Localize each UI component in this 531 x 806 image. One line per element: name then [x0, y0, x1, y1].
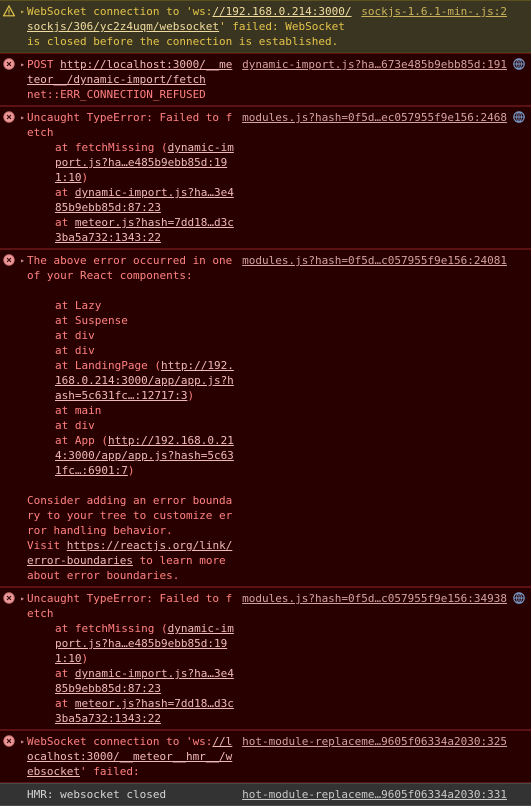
- console-message-hmr-error[interactable]: ▸ WebSocket connection to 'ws://localhos…: [0, 730, 531, 783]
- message-prefix: WebSocket connection to 'ws:: [27, 735, 213, 748]
- warning-triangle-icon: [0, 4, 18, 17]
- stack-frame: at fetchMissing (dynamic-import.js?ha…e4…: [27, 140, 234, 185]
- console-message-warning[interactable]: ▸ WebSocket connection to 'ws://192.168.…: [0, 0, 531, 53]
- error-boundary-visit-line: Visit https://reactjs.org/link/error-bou…: [27, 538, 234, 583]
- network-issue-icon[interactable]: [511, 110, 527, 123]
- stack-frame-prefix: at div: [55, 419, 95, 432]
- stack-frame: at div: [27, 328, 234, 343]
- stack-frame-suffix: ): [81, 652, 89, 665]
- error-headline: Uncaught TypeError: Failed to fetch: [27, 111, 233, 139]
- stack-frame-prefix: at main: [55, 404, 102, 417]
- console-message-error[interactable]: ▸ Uncaught TypeError: Failed to fetch at …: [0, 106, 531, 249]
- error-headline: Uncaught TypeError: Failed to fetch: [27, 592, 233, 620]
- stack-frame: at Lazy: [27, 298, 234, 313]
- console-message-text: WebSocket connection to 'ws://localhost:…: [27, 734, 234, 779]
- console-message-text: Uncaught TypeError: Failed to fetch at fe…: [27, 110, 234, 245]
- network-issue-icon[interactable]: [511, 57, 527, 70]
- stack-frame: at div: [27, 343, 234, 358]
- stack-frame-suffix: ): [187, 389, 195, 402]
- console-message-text: HMR: websocket closed: [27, 788, 167, 801]
- stack-frame-prefix: at Suspense: [55, 314, 128, 327]
- error-circle-icon: [0, 734, 18, 747]
- stack-frame: at dynamic-import.js?ha…3e485b9ebb85d:87…: [27, 185, 234, 215]
- stack-frame-prefix: at div: [55, 329, 95, 342]
- stack-frame-prefix: at Lazy: [55, 299, 102, 312]
- stack-frame-prefix: at: [55, 186, 75, 199]
- expander-arrow-icon[interactable]: ▸: [18, 253, 27, 268]
- stack-frame-prefix: at div: [55, 344, 95, 357]
- expander-arrow-icon[interactable]: ▸: [18, 734, 27, 749]
- stack-frame-prefix: at: [55, 667, 75, 680]
- stack-frame-link[interactable]: meteor.js?hash=7dd18…d3c3ba5a732:1343:22: [55, 216, 234, 244]
- stack-frame: at dynamic-import.js?ha…3e485b9ebb85d:87…: [27, 666, 234, 696]
- stack-frame-link[interactable]: meteor.js?hash=7dd18…d3c3ba5a732:1343:22: [55, 697, 234, 725]
- message-suffix: ' failed:: [79, 765, 140, 778]
- error-circle-icon: [0, 110, 18, 123]
- stack-frame-link[interactable]: dynamic-import.js?ha…3e485b9ebb85d:87:23: [55, 667, 234, 695]
- expander-arrow-icon[interactable]: ▸: [18, 591, 27, 606]
- network-issue-icon[interactable]: [511, 591, 527, 604]
- expander-arrow-icon[interactable]: ▸: [18, 4, 27, 19]
- stack-frame-prefix: at fetchMissing (: [55, 622, 168, 635]
- stack-frame: at meteor.js?hash=7dd18…d3c3ba5a732:1343…: [27, 215, 234, 245]
- console-message-react-error[interactable]: ▸ The above error occurred in one of you…: [0, 249, 531, 587]
- stack-frame-link[interactable]: dynamic-import.js?ha…3e485b9ebb85d:87:23: [55, 186, 234, 214]
- console-message-text: POST http://localhost:3000/__meteor__/dy…: [27, 57, 234, 102]
- source-location-link[interactable]: hot-module-replaceme…9605f06334a2030:325: [242, 734, 507, 749]
- error-circle-icon: [0, 253, 18, 266]
- net-error-code: net::ERR_CONNECTION_REFUSED: [27, 88, 206, 101]
- source-location-link[interactable]: hot-module-replaceme…9605f06334a2030:331: [242, 787, 507, 802]
- devtools-console-panel[interactable]: ▸ WebSocket connection to 'ws://192.168.…: [0, 0, 531, 806]
- stack-frame: at fetchMissing (dynamic-import.js?ha…e4…: [27, 621, 234, 666]
- stack-frame-prefix: at fetchMissing (: [55, 141, 168, 154]
- error-circle-icon: [0, 591, 18, 604]
- expander-arrow-icon[interactable]: ▸: [18, 57, 27, 72]
- stack-frame: at div: [27, 418, 234, 433]
- console-message-text: WebSocket connection to 'ws://192.168.0.…: [27, 4, 353, 49]
- stack-frame: at LandingPage (http://192.168.0.214:300…: [27, 358, 234, 403]
- stack-frame: at main: [27, 403, 234, 418]
- stack-frame-prefix: at App (: [55, 434, 108, 447]
- info-gutter-spacer: [0, 787, 18, 788]
- stack-frame-prefix: at: [55, 216, 75, 229]
- source-location-link[interactable]: sockjs-1.6.1-min-.js:2: [361, 4, 507, 19]
- console-message-network-error[interactable]: ▸ POST http://localhost:3000/__meteor__/…: [0, 53, 531, 106]
- console-message-text: Uncaught TypeError: Failed to fetch at fe…: [27, 591, 234, 726]
- stack-frame: at Suspense: [27, 313, 234, 328]
- source-location-link[interactable]: modules.js?hash=0f5d…ec057955f9e156:2468: [242, 110, 507, 125]
- source-location-link[interactable]: dynamic-import.js?ha…673e485b9ebb85d:191: [242, 57, 507, 72]
- stack-frame-suffix: ): [127, 464, 135, 477]
- error-circle-icon: [0, 57, 18, 70]
- console-message-error[interactable]: ▸ Uncaught TypeError: Failed to fetch at …: [0, 587, 531, 730]
- source-location-link[interactable]: modules.js?hash=0f5d…c057955f9e156:34938: [242, 591, 507, 606]
- console-message-info[interactable]: HMR: websocket closed hot-module-replace…: [0, 783, 531, 806]
- expander-arrow-icon[interactable]: ▸: [18, 110, 27, 125]
- error-headline: The above error occurred in one of your …: [27, 254, 239, 282]
- http-method-label: POST: [27, 58, 54, 71]
- message-prefix: WebSocket connection to 'ws:: [27, 5, 213, 18]
- stack-frame: at App (http://192.168.0.214:3000/app/ap…: [27, 433, 234, 478]
- visit-prefix: Visit: [27, 539, 67, 552]
- stack-frame-suffix: ): [81, 171, 89, 184]
- console-message-text: The above error occurred in one of your …: [27, 253, 234, 583]
- source-location-link[interactable]: modules.js?hash=0f5d…c057955f9e156:24081: [242, 253, 507, 268]
- stack-frame-prefix: at LandingPage (: [55, 359, 161, 372]
- stack-frame: at meteor.js?hash=7dd18…d3c3ba5a732:1343…: [27, 696, 234, 726]
- stack-frame-prefix: at: [55, 697, 75, 710]
